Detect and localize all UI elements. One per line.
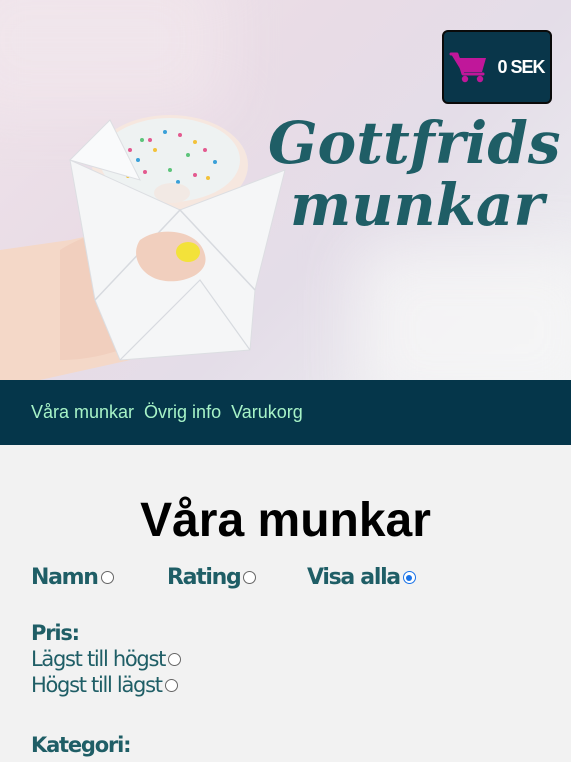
nav-link-varukorg[interactable]: Varukorg <box>231 402 303 423</box>
price-option-descending[interactable]: Högst till lägst <box>31 673 181 697</box>
brand-logo: Gottfrids munkar <box>268 109 561 239</box>
category-heading: Kategori: <box>31 733 132 757</box>
price-radio-descending[interactable] <box>164 678 178 692</box>
sort-label-rating: Rating <box>167 565 242 590</box>
sort-option-visa-alla[interactable]: Visa alla <box>307 565 416 590</box>
sort-radio-rating[interactable] <box>243 571 257 584</box>
background-blur <box>360 250 571 380</box>
donut-photo <box>0 115 286 380</box>
brand-line-2: munkar <box>290 171 545 239</box>
sort-label-visa-alla: Visa alla <box>307 565 401 590</box>
sort-option-namn[interactable]: Namn <box>31 565 114 590</box>
nav-link-ovrig-info[interactable]: Övrig info <box>144 402 221 423</box>
price-option-ascending[interactable]: Lägst till högst <box>31 647 182 671</box>
category-filter: Kategori: <box>31 733 132 757</box>
hero-banner: Gottfrids munkar 0 SEK <box>0 0 571 380</box>
price-filter: Pris: Lägst till högst Högst till lägst <box>31 621 182 697</box>
cart-button[interactable]: 0 SEK <box>442 30 552 104</box>
sort-option-rating[interactable]: Rating <box>167 565 257 590</box>
sort-options: Namn Rating Visa alla <box>31 565 551 595</box>
main-content: Våra munkar Namn Rating Visa alla Pris: … <box>0 445 571 762</box>
cart-total: 0 SEK <box>497 56 545 77</box>
nav-link-vara-munkar[interactable]: Våra munkar <box>31 402 134 423</box>
price-label-ascending: Lägst till högst <box>31 647 166 671</box>
shopping-cart-icon <box>449 52 487 83</box>
sort-radio-namn[interactable] <box>100 571 114 584</box>
page-title: Våra munkar <box>140 494 431 547</box>
price-radio-ascending[interactable] <box>168 652 182 666</box>
main-navigation: Våra munkar Övrig info Varukorg <box>0 380 571 445</box>
sort-radio-visa-alla[interactable] <box>402 571 416 584</box>
brand-line-1: Gottfrids <box>268 109 561 177</box>
price-heading: Pris: <box>31 621 80 645</box>
price-label-descending: Högst till lägst <box>31 673 163 697</box>
sort-label-namn: Namn <box>31 565 99 590</box>
